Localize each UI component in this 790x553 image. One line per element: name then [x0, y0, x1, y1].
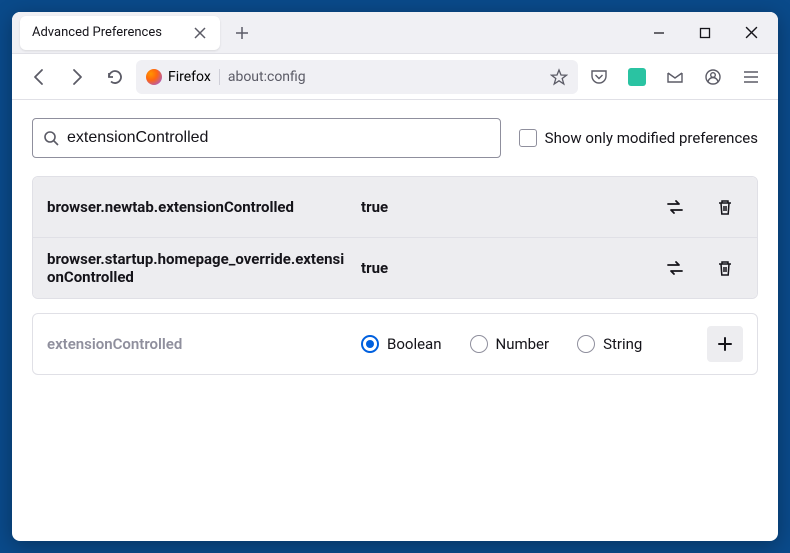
extension-icon[interactable]	[620, 60, 654, 94]
pref-name: browser.newtab.extensionControlled	[47, 198, 347, 216]
toggle-button[interactable]	[657, 189, 693, 225]
browser-window: Advanced Preferences	[12, 12, 778, 541]
type-radio-group: Boolean Number String	[361, 335, 693, 353]
preference-list: browser.newtab.extensionControlled true …	[32, 176, 758, 299]
pref-row[interactable]: browser.startup.homepage_override.extens…	[33, 238, 757, 298]
checkbox-label: Show only modified preferences	[545, 129, 758, 147]
toggle-button[interactable]	[657, 250, 693, 286]
titlebar: Advanced Preferences	[12, 12, 778, 54]
radio-boolean[interactable]: Boolean	[361, 335, 442, 353]
menu-button[interactable]	[734, 60, 768, 94]
radio-label: Boolean	[387, 335, 442, 353]
show-modified-checkbox[interactable]: Show only modified preferences	[519, 129, 758, 147]
tab-title: Advanced Preferences	[32, 25, 184, 40]
new-tab-button[interactable]	[226, 17, 258, 49]
new-pref-name: extensionControlled	[47, 335, 347, 353]
close-window-button[interactable]	[728, 13, 774, 53]
new-pref-list: extensionControlled Boolean Number Strin…	[32, 313, 758, 375]
reload-button[interactable]	[98, 60, 132, 94]
bookmark-star-icon[interactable]	[550, 68, 568, 86]
pref-value: true	[361, 259, 643, 277]
delete-button[interactable]	[707, 250, 743, 286]
pref-value: true	[361, 198, 643, 216]
close-tab-button[interactable]	[192, 25, 208, 41]
radio-icon	[361, 335, 379, 353]
search-input[interactable]	[67, 129, 490, 147]
pref-row[interactable]: browser.newtab.extensionControlled true	[33, 177, 757, 238]
identity-box[interactable]: Firefox	[146, 69, 220, 85]
radio-label: Number	[496, 335, 550, 353]
search-box[interactable]	[32, 118, 501, 158]
back-button[interactable]	[22, 60, 56, 94]
maximize-button[interactable]	[682, 13, 728, 53]
url-text: about:config	[228, 69, 306, 85]
radio-icon	[470, 335, 488, 353]
nav-toolbar: Firefox about:config	[12, 54, 778, 100]
window-controls	[636, 13, 774, 53]
delete-button[interactable]	[707, 189, 743, 225]
pocket-icon[interactable]	[582, 60, 616, 94]
firefox-logo-icon	[146, 69, 162, 85]
about-config-content: Show only modified preferences browser.n…	[12, 100, 778, 541]
add-button[interactable]	[707, 326, 743, 362]
identity-label: Firefox	[168, 69, 211, 85]
radio-string[interactable]: String	[577, 335, 642, 353]
search-icon	[43, 130, 59, 146]
radio-number[interactable]: Number	[470, 335, 550, 353]
browser-tab[interactable]: Advanced Preferences	[20, 16, 220, 50]
pref-name: browser.startup.homepage_override.extens…	[47, 250, 347, 286]
radio-icon	[577, 335, 595, 353]
account-icon[interactable]	[696, 60, 730, 94]
minimize-button[interactable]	[636, 13, 682, 53]
mail-icon[interactable]	[658, 60, 692, 94]
search-row: Show only modified preferences	[32, 118, 758, 158]
forward-button[interactable]	[60, 60, 94, 94]
checkbox-icon	[519, 129, 537, 147]
radio-label: String	[603, 335, 642, 353]
url-bar[interactable]: Firefox about:config	[136, 60, 578, 94]
new-pref-row: extensionControlled Boolean Number Strin…	[33, 314, 757, 374]
